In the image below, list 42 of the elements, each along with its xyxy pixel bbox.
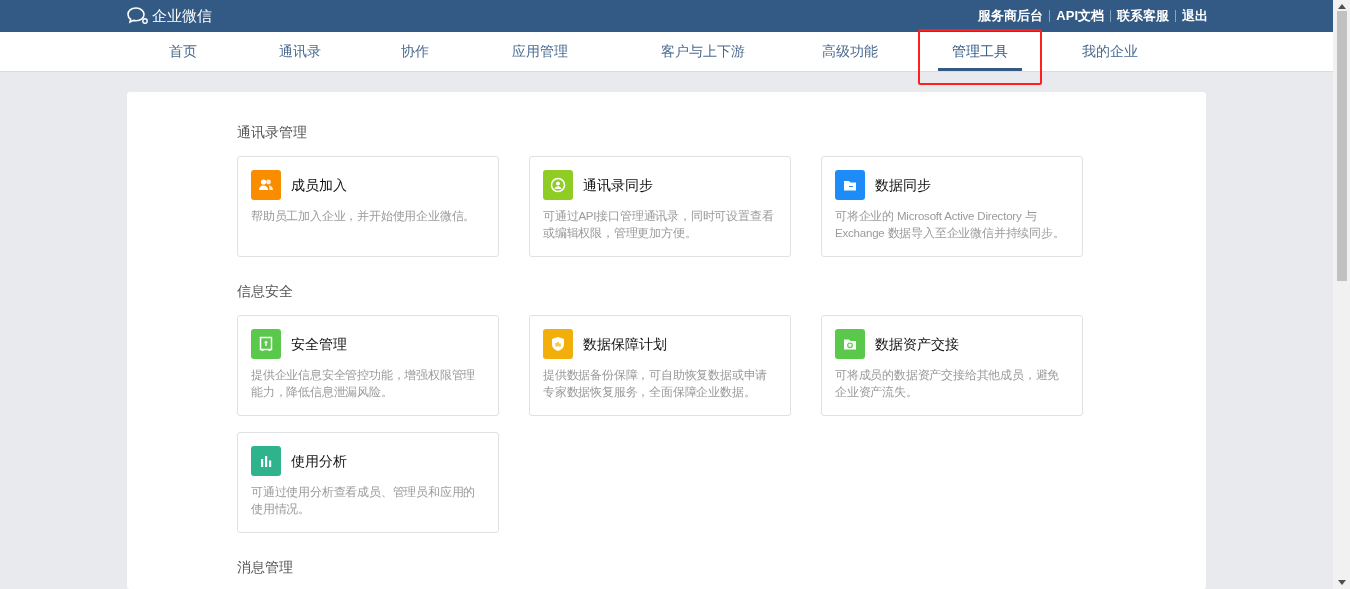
card-description: 可通过API接口管理通讯录，同时可设置查看或编辑权限，管理更加方便。 bbox=[543, 209, 775, 241]
logo-icon bbox=[126, 6, 150, 26]
card-title: 数据同步 bbox=[875, 175, 931, 195]
card-description: 提供数据备份保障，可自助恢复数据或申请专家数据恢复服务，全面保障企业数据。 bbox=[543, 368, 769, 400]
card-title: 使用分析 bbox=[291, 451, 347, 471]
card-title: 安全管理 bbox=[291, 334, 347, 354]
nav-tab[interactable]: 应用管理 bbox=[498, 32, 582, 71]
header-link[interactable]: 退出 bbox=[1182, 6, 1208, 26]
nav-tab[interactable]: 高级功能 bbox=[808, 32, 892, 71]
header-link[interactable]: API文档 bbox=[1056, 6, 1104, 26]
nav-tab[interactable]: 管理工具 bbox=[938, 32, 1022, 71]
header-link[interactable]: 联系客服 bbox=[1117, 6, 1169, 26]
feature-card[interactable]: 成员加入 帮助员工加入企业，并开始使用企业微信。 bbox=[237, 156, 499, 257]
nav-tab[interactable]: 协作 bbox=[387, 32, 443, 71]
scrollbar[interactable] bbox=[1333, 0, 1350, 589]
card-description: 可将企业的 Microsoft Active Directory 与 Exchange 数据导入至企业微信并持续同步。 bbox=[835, 209, 1066, 241]
feature-card[interactable]: 使用分析 可通过使用分析查看成员、管理员和应用的使用情况。 bbox=[237, 432, 499, 533]
card-description: 可将成员的数据资产交接给其他成员，避免企业资产流失。 bbox=[835, 368, 1061, 400]
card-description: 提供企业信息安全管控功能，增强权限管理能力，降低信息泄漏风险。 bbox=[251, 368, 477, 400]
feature-card[interactable]: 数据保障计划 提供数据备份保障，可自助恢复数据或申请专家数据恢复服务，全面保障企业数据。 bbox=[529, 315, 791, 416]
nav-tab[interactable]: 通讯录 bbox=[265, 32, 335, 71]
scroll-up-icon[interactable] bbox=[1337, 3, 1346, 9]
feature-card[interactable]: 数据资产交接 可将成员的数据资产交接给其他成员，避免企业资产流失。 bbox=[821, 315, 1083, 416]
feature-card[interactable]: 数据同步 可将企业的 Microsoft Active Directory 与 Exchange 数据导入至企业微信并持续同步。 bbox=[821, 156, 1083, 257]
nav-tab[interactable]: 首页 bbox=[154, 32, 211, 71]
card-description: 可通过使用分析查看成员、管理员和应用的使用情况。 bbox=[251, 485, 477, 517]
nav-tab[interactable]: 我的企业 bbox=[1068, 32, 1152, 71]
nav-tab[interactable]: 客户与上下游 bbox=[646, 32, 759, 71]
logo-text: 企业微信 bbox=[152, 5, 212, 26]
section-title: 通讯录管理 bbox=[237, 123, 307, 142]
card-title: 数据资产交接 bbox=[875, 334, 959, 354]
scroll-down-icon[interactable] bbox=[1337, 580, 1346, 586]
section-title: 信息安全 bbox=[237, 282, 293, 301]
feature-card[interactable]: 安全管理 提供企业信息安全管控功能，增强权限管理能力，降低信息泄漏风险。 bbox=[237, 315, 499, 416]
card-title: 成员加入 bbox=[291, 175, 347, 195]
card-title: 数据保障计划 bbox=[583, 334, 667, 354]
card-description: 帮助员工加入企业，并开始使用企业微信。 bbox=[251, 209, 477, 224]
feature-card[interactable]: 通讯录同步 可通过API接口管理通讯录，同时可设置查看或编辑权限，管理更加方便。 bbox=[529, 156, 791, 257]
card-title: 通讯录同步 bbox=[583, 175, 653, 195]
header-link[interactable]: 服务商后台 bbox=[978, 6, 1044, 26]
section-title: 消息管理 bbox=[237, 558, 293, 577]
scrollbar-thumb[interactable] bbox=[1336, 11, 1347, 281]
